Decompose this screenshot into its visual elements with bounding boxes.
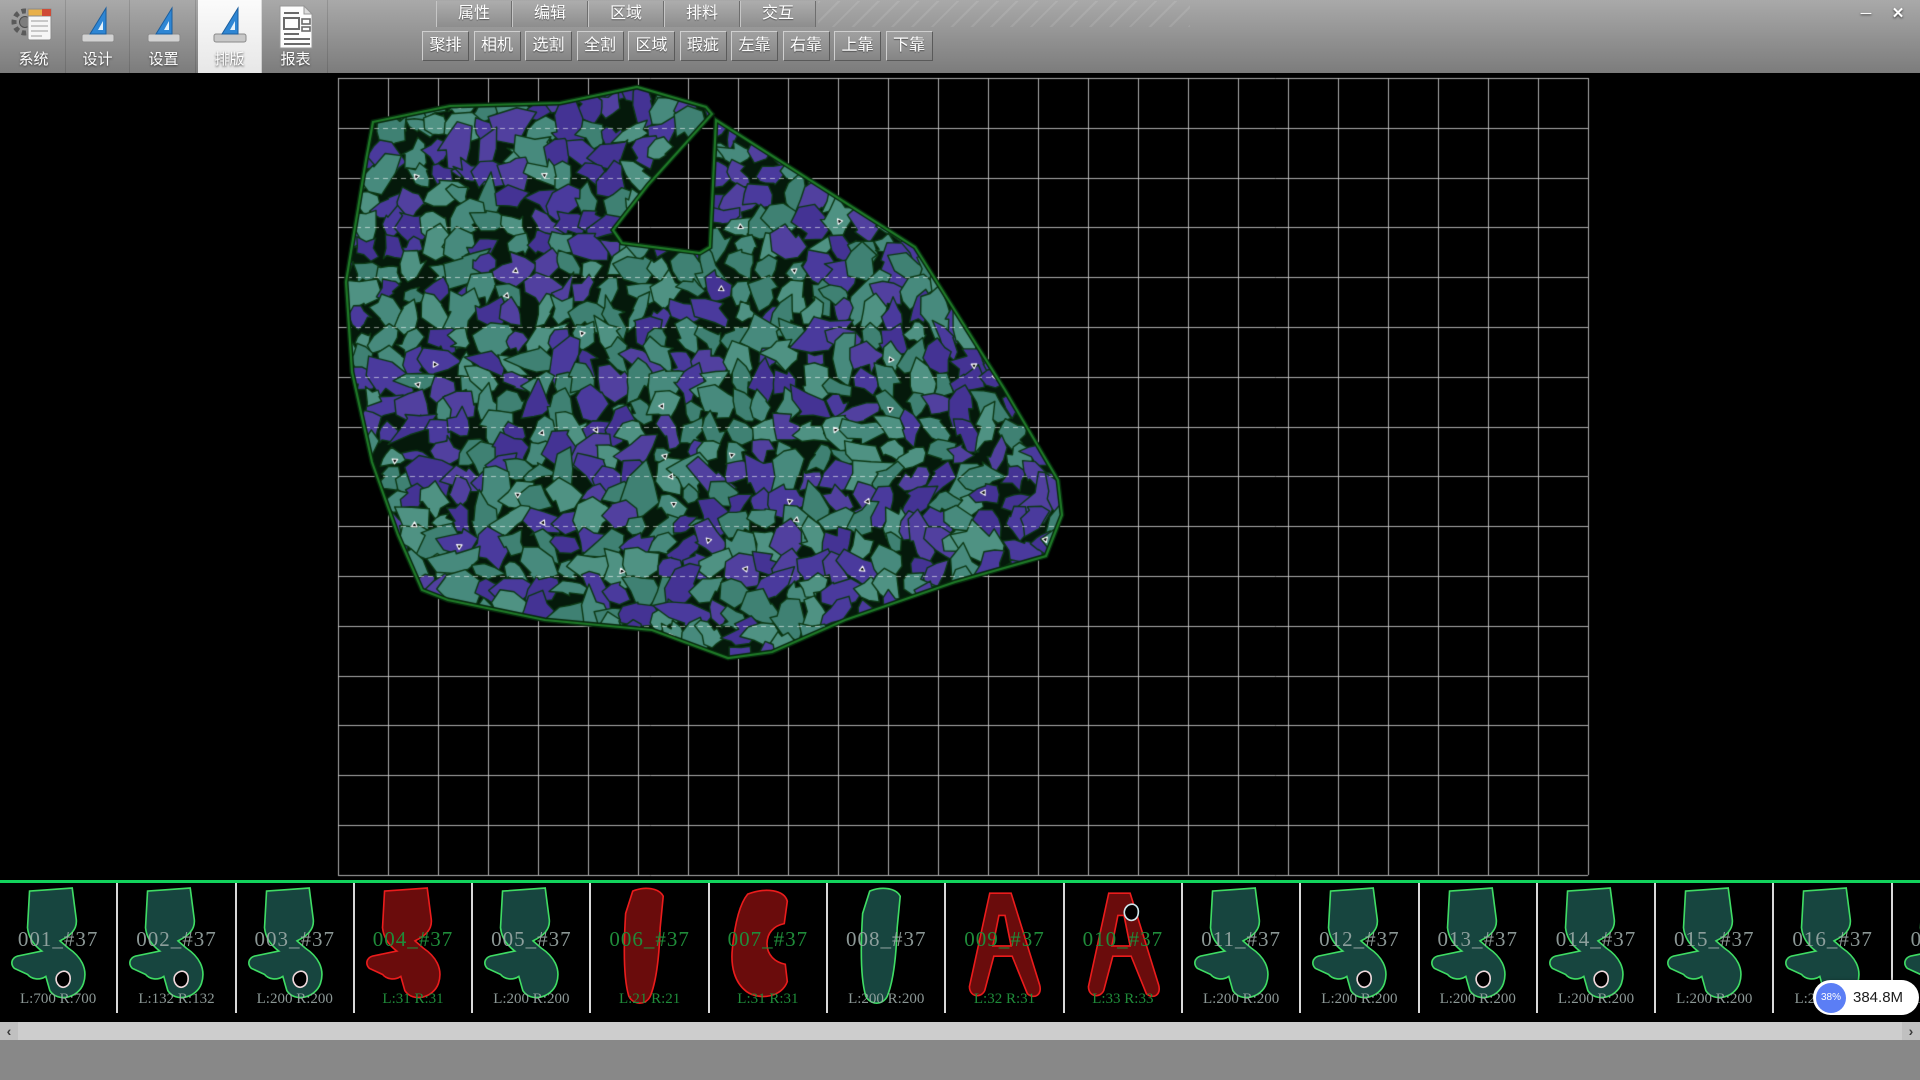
piece-thumbnail[interactable]: 013_#37 L:200 R:200 [1420,883,1538,1013]
memory-percent-circle: 38% [1816,983,1846,1013]
piece-name: 005_#37 [473,927,589,952]
action-button-cut-all[interactable]: 全割 [577,31,624,61]
application-window: 系统设计设置排版报表 属性编辑区域排料交互 聚排相机选割全割区域瑕疵左靠右靠上靠… [0,0,1920,1080]
minimize-button[interactable]: ─ [1851,3,1881,25]
menu-tab-properties[interactable]: 属性 [436,1,512,27]
piece-thumbnail[interactable]: 010_#37 L:33 R:33 [1065,883,1183,1013]
horizontal-scrollbar[interactable]: ‹ › [0,1022,1920,1040]
piece-name: 014_#37 [1538,927,1654,952]
mode-label: 设计 [66,48,129,69]
piece-lr-count: L:200 R:200 [1183,991,1299,1008]
piece-lr-count: L:200 R:200 [237,991,353,1008]
action-button-snap-right[interactable]: 右靠 [783,31,830,61]
piece-lr-count: L:700 R:700 [0,991,116,1008]
action-button-snap-down[interactable]: 下靠 [886,31,933,61]
memory-size-label: 384.8M [1853,980,1903,1015]
mode-button-system[interactable]: 系统 [2,0,66,73]
piece-name: 007_#37 [710,927,826,952]
piece-name: 016_#37 [1774,927,1890,952]
toolbar: 系统设计设置排版报表 属性编辑区域排料交互 聚排相机选割全割区域瑕疵左靠右靠上靠… [0,0,1920,73]
piece-thumbnail[interactable]: 002_#37 L:132 R:132 [118,883,236,1013]
piece-lr-count: L:200 R:200 [1656,991,1772,1008]
scroll-left-button[interactable]: ‹ [0,1022,18,1040]
menu-tab-interact[interactable]: 交互 [740,1,816,27]
piece-name: 015_#37 [1656,927,1772,952]
piece-name: 002_#37 [118,927,234,952]
action-button-cluster-nest[interactable]: 聚排 [422,31,469,61]
piece-lr-count: L:200 R:200 [828,991,944,1008]
menu-tab-nesting[interactable]: 排料 [664,1,740,27]
action-button-snap-up[interactable]: 上靠 [834,31,881,61]
piece-name: 001_#37 [0,927,116,952]
piece-name: 010_#37 [1065,927,1181,952]
piece-name: 003_#37 [237,927,353,952]
nesting-canvas[interactable] [0,73,1920,880]
action-button-defect[interactable]: 瑕疵 [680,31,727,61]
piece-lr-count: L:21 R:21 [591,991,707,1008]
piece-name: 006_#37 [591,927,707,952]
action-button-snap-left[interactable]: 左靠 [731,31,778,61]
piece-name: 011_#37 [1183,927,1299,952]
piece-thumbnail[interactable]: 008_#37 L:200 R:200 [828,883,946,1013]
piece-thumbnail[interactable]: 009_#37 L:32 R:31 [946,883,1064,1013]
status-bar [0,1040,1920,1080]
mode-button-layout[interactable]: 排版 [198,0,262,73]
piece-thumbnail[interactable]: 004_#37 L:31 R:31 [355,883,473,1013]
mode-button-report[interactable]: 报表 [264,0,328,73]
piece-lr-count: L:31 R:31 [710,991,826,1008]
menu-tab-edit[interactable]: 编辑 [512,1,588,27]
piece-name: 017_#37 [1893,927,1920,952]
mode-button-settings[interactable]: 设置 [132,0,196,73]
piece-lr-count: L:33 R:33 [1065,991,1181,1008]
piece-thumbnail[interactable]: 014_#37 L:200 R:200 [1538,883,1656,1013]
piece-thumbnail[interactable]: 001_#37 L:700 R:700 [0,883,118,1013]
piece-thumbnail[interactable]: 005_#37 L:200 R:200 [473,883,591,1013]
piece-name: 004_#37 [355,927,471,952]
piece-thumbnail[interactable]: 006_#37 L:21 R:21 [591,883,709,1013]
piece-name: 012_#37 [1301,927,1417,952]
bottom-gap [0,1013,1920,1022]
mode-label: 系统 [2,48,65,69]
menu-tab-region[interactable]: 区域 [588,1,664,27]
piece-lr-count: L:132 R:132 [118,991,234,1008]
piece-lr-count: L:200 R:200 [473,991,589,1008]
piece-name: 009_#37 [946,927,1062,952]
piece-thumbnail[interactable]: 007_#37 L:31 R:31 [710,883,828,1013]
piece-thumbnail-strip: 001_#37L:700 R:700002_#37L:132 R:132003_… [0,883,1920,1013]
piece-thumbnail[interactable]: 015_#37 L:200 R:200 [1656,883,1774,1013]
mode-label: 报表 [264,48,327,69]
piece-lr-count: L:200 R:200 [1420,991,1536,1008]
toolbar-hatch-texture [818,1,1190,27]
piece-thumbnail[interactable]: 011_#37 L:200 R:200 [1183,883,1301,1013]
mode-label: 排版 [198,48,261,69]
mode-label: 设置 [132,48,195,69]
close-button[interactable]: ✕ [1883,3,1913,25]
piece-name: 008_#37 [828,927,944,952]
action-button-select-cut[interactable]: 选割 [525,31,572,61]
memory-badge: 38% 384.8M [1813,980,1919,1015]
piece-lr-count: L:31 R:31 [355,991,471,1008]
mode-button-design[interactable]: 设计 [66,0,130,73]
piece-name: 013_#37 [1420,927,1536,952]
piece-lr-count: L:32 R:31 [946,991,1062,1008]
piece-lr-count: L:200 R:200 [1538,991,1654,1008]
scroll-right-button[interactable]: › [1902,1022,1920,1040]
action-button-camera[interactable]: 相机 [474,31,521,61]
piece-thumbnail[interactable]: 012_#37 L:200 R:200 [1301,883,1419,1013]
action-button-region[interactable]: 区域 [628,31,675,61]
piece-lr-count: L:200 R:200 [1301,991,1417,1008]
piece-thumbnail[interactable]: 003_#37 L:200 R:200 [237,883,355,1013]
